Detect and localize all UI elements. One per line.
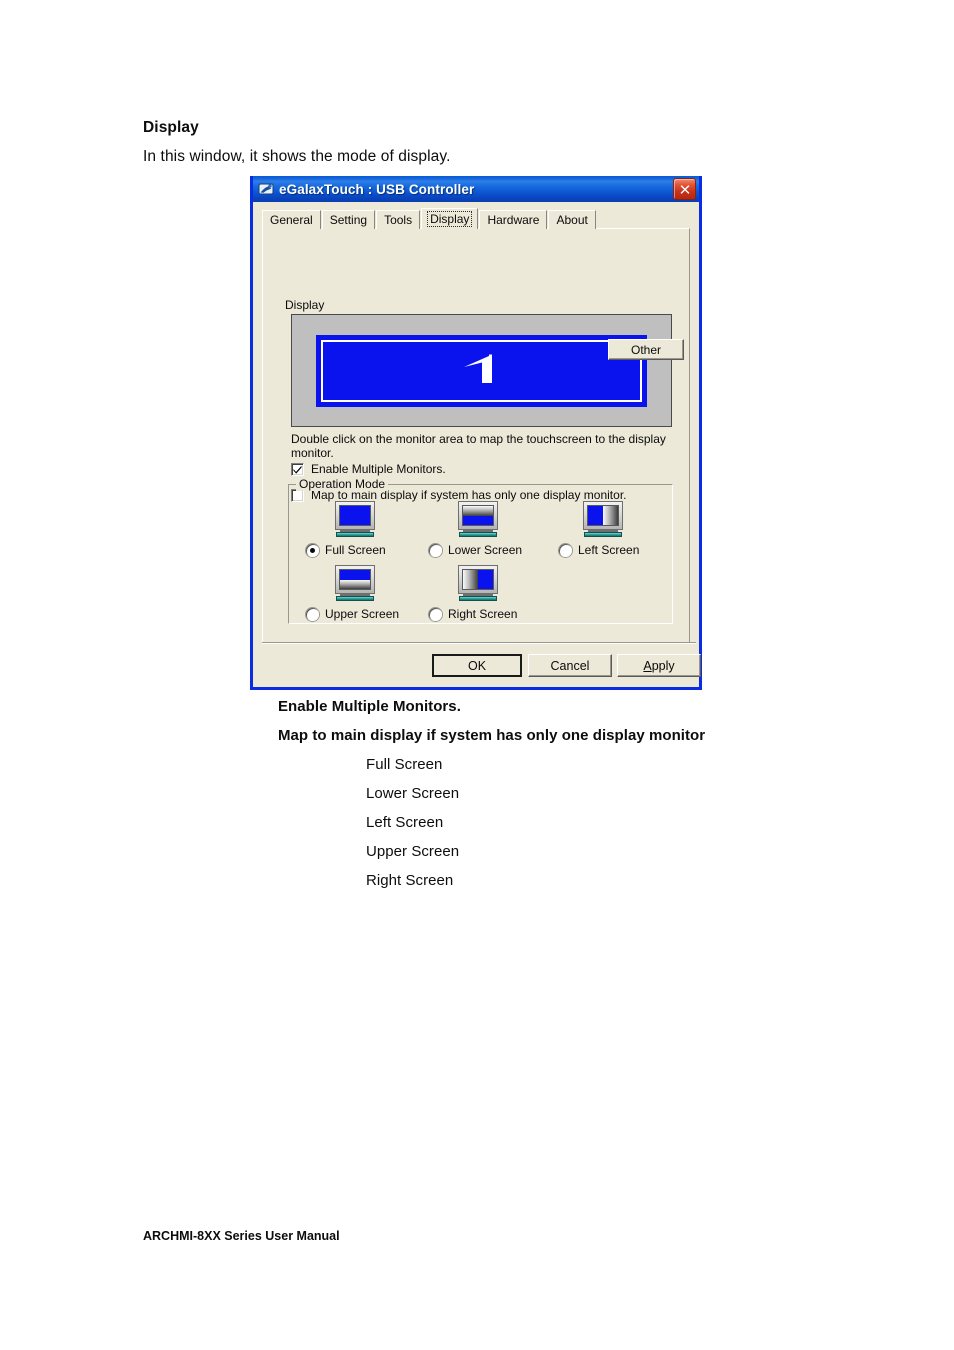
note-map-to-main-display: Map to main display if system has only o…: [278, 727, 706, 744]
tab-general[interactable]: General: [262, 210, 321, 229]
monitor-left-icon: [583, 501, 623, 537]
tab-hardware-label: Hardware: [487, 213, 540, 227]
tab-setting[interactable]: Setting: [321, 210, 376, 229]
monitor-upper-icon: [335, 565, 375, 601]
radio-left-screen[interactable]: Left Screen: [559, 543, 639, 557]
monitor-lower-icon: [458, 501, 498, 537]
list-item-upper-screen: Upper Screen: [366, 843, 460, 860]
radio-unselected-icon: [429, 607, 442, 621]
window-title: eGalaxTouch : USB Controller: [279, 181, 475, 197]
mode-right-screen[interactable]: [458, 565, 498, 601]
radio-unselected-icon: [306, 607, 319, 621]
intro-text: In this window, it shows the mode of dis…: [143, 148, 451, 165]
radio-right-screen-label: Right Screen: [448, 607, 518, 621]
radio-full-screen[interactable]: Full Screen: [306, 543, 386, 557]
ok-button[interactable]: OK: [432, 654, 522, 677]
radio-selected-icon: [306, 543, 319, 557]
mode-full-screen[interactable]: [335, 501, 375, 537]
tab-about-label: About: [556, 213, 588, 227]
page-title: Display: [143, 119, 199, 136]
egalaxtouch-window: eGalaxTouch : USB Controller General Set…: [250, 176, 702, 690]
mode-lower-screen[interactable]: [458, 501, 498, 537]
list-item-right-screen: Right Screen: [366, 872, 454, 889]
operation-mode-label: Operation Mode: [296, 477, 389, 491]
apply-mnemonic: A: [643, 658, 652, 673]
list-item-left-screen: Left Screen: [366, 814, 444, 831]
apply-rest: pply: [651, 658, 675, 673]
other-button[interactable]: Other: [608, 339, 684, 360]
list-item-lower-screen: Lower Screen: [366, 785, 460, 802]
tab-hardware[interactable]: Hardware: [479, 210, 548, 229]
list-item-full-screen: Full Screen: [366, 756, 443, 773]
monitor-1-border: [321, 340, 642, 402]
radio-right-screen[interactable]: Right Screen: [429, 607, 517, 621]
monitor-full-icon: [335, 501, 375, 537]
close-icon[interactable]: [673, 178, 696, 200]
checkbox-checked-icon: [291, 462, 304, 476]
radio-upper-screen[interactable]: Upper Screen: [306, 607, 399, 621]
display-group-label: Display: [283, 298, 327, 312]
mode-left-screen[interactable]: [583, 501, 623, 537]
radio-lower-screen[interactable]: Lower Screen: [429, 543, 522, 557]
cancel-button[interactable]: Cancel: [528, 654, 612, 677]
radio-unselected-icon: [559, 543, 572, 557]
tab-display[interactable]: Display: [421, 208, 479, 229]
radio-lower-screen-label: Lower Screen: [448, 543, 523, 557]
display-tab-page: Display Double click on the monitor area…: [262, 228, 690, 644]
enable-multiple-monitors-label: Enable Multiple Monitors.: [311, 462, 446, 476]
tab-bar: General Setting Tools Display Hardware A…: [262, 208, 699, 229]
radio-left-screen-label: Left Screen: [578, 543, 640, 557]
tab-tools-label: Tools: [384, 213, 413, 227]
radio-full-screen-label: Full Screen: [325, 543, 386, 557]
monitor-number-icon: [456, 348, 508, 395]
window-titlebar: eGalaxTouch : USB Controller: [253, 176, 699, 202]
tab-about[interactable]: About: [548, 210, 596, 229]
monitor-1-rect[interactable]: [316, 335, 647, 407]
app-icon: [258, 181, 274, 197]
monitor-right-icon: [458, 565, 498, 601]
tab-setting-label: Setting: [329, 213, 368, 227]
button-bar-divider: [262, 642, 696, 644]
radio-upper-screen-label: Upper Screen: [325, 607, 400, 621]
radio-unselected-icon: [429, 543, 442, 557]
enable-multiple-monitors-checkbox[interactable]: Enable Multiple Monitors.: [291, 462, 446, 476]
apply-button[interactable]: Apply: [617, 654, 701, 677]
mode-upper-screen[interactable]: [335, 565, 375, 601]
page-footer: ARCHMI-8XX Series User Manual: [143, 1229, 340, 1243]
note-enable-multiple-monitors: Enable Multiple Monitors.: [278, 698, 461, 715]
tab-display-label: Display: [427, 211, 473, 227]
map-hint-text: Double click on the monitor area to map …: [291, 432, 666, 460]
tab-tools[interactable]: Tools: [376, 210, 421, 229]
dialog-button-bar: OK Cancel Apply: [253, 642, 701, 687]
tab-general-label: General: [270, 213, 313, 227]
monitor-map-panel[interactable]: [291, 314, 672, 427]
